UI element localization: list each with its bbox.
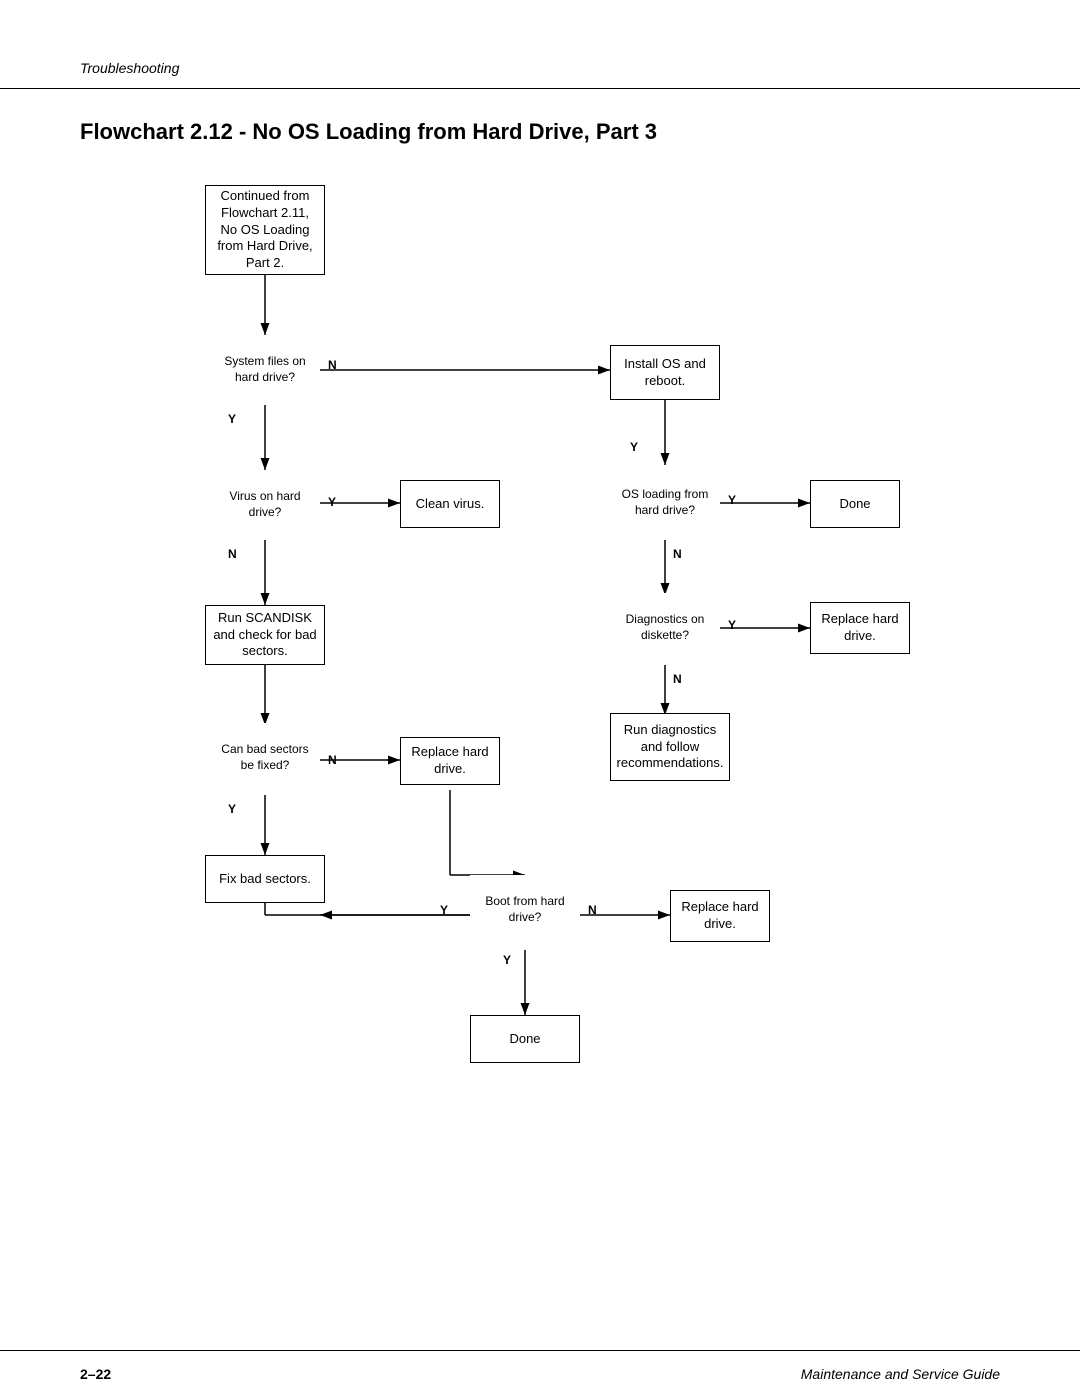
canbad-n-label: N [328,753,337,767]
replace1-box: Replace hard drive. [810,602,910,654]
clean-virus-box: Clean virus. [400,480,500,528]
breadcrumb: Troubleshooting [80,60,179,76]
footer-page-number: 2–22 [80,1366,111,1382]
system-files-diamond: System files on hard drive? [210,335,320,405]
os-loading-n-label: N [673,547,682,561]
system-files-y-label: Y [228,412,236,426]
install-y-label: Y [630,440,638,454]
flowchart: Continued from Flowchart 2.11, No OS Loa… [110,175,970,1175]
virus-diamond: Virus on hard drive? [210,470,320,540]
replace3-box: Replace hard drive. [670,890,770,942]
virus-y-label: Y [328,495,336,509]
os-loading-y-label: Y [728,493,736,507]
footer-title: Maintenance and Service Guide [801,1366,1000,1382]
os-loading-diamond: OS loading from hard drive? [610,468,720,538]
footer: 2–22 Maintenance and Service Guide [0,1350,1080,1397]
diagnostics-diamond: Diagnostics on diskette? [610,593,720,663]
boot-diamond: Boot from hard drive? [470,875,580,945]
boot-y-left-label: Y [440,903,448,917]
fix-bad-box: Fix bad sectors. [205,855,325,903]
boot-y-label: Y [503,953,511,967]
canbad-y-label: Y [228,802,236,816]
run-diagnostics-box: Run diagnostics and follow recommendatio… [610,713,730,781]
install-os-box: Install OS and reboot. [610,345,720,400]
system-files-n-label: N [328,358,337,372]
start-box: Continued from Flowchart 2.11, No OS Loa… [205,185,325,275]
scandisk-box: Run SCANDISK and check for bad sectors. [205,605,325,665]
done1-box: Done [810,480,900,528]
header: Troubleshooting [0,0,1080,89]
virus-n-label: N [228,547,237,561]
boot-n-label: N [588,903,597,917]
page: Troubleshooting Flowchart 2.12 - No OS L… [0,0,1080,1397]
replace2-box: Replace hard drive. [400,737,500,785]
chart-title: Flowchart 2.12 - No OS Loading from Hard… [80,119,1000,145]
can-bad-diamond: Can bad sectors be fixed? [210,723,320,793]
done2-box: Done [470,1015,580,1063]
main-content: Flowchart 2.12 - No OS Loading from Hard… [0,89,1080,1235]
diag-n-label: N [673,672,682,686]
diag-y-label: Y [728,618,736,632]
